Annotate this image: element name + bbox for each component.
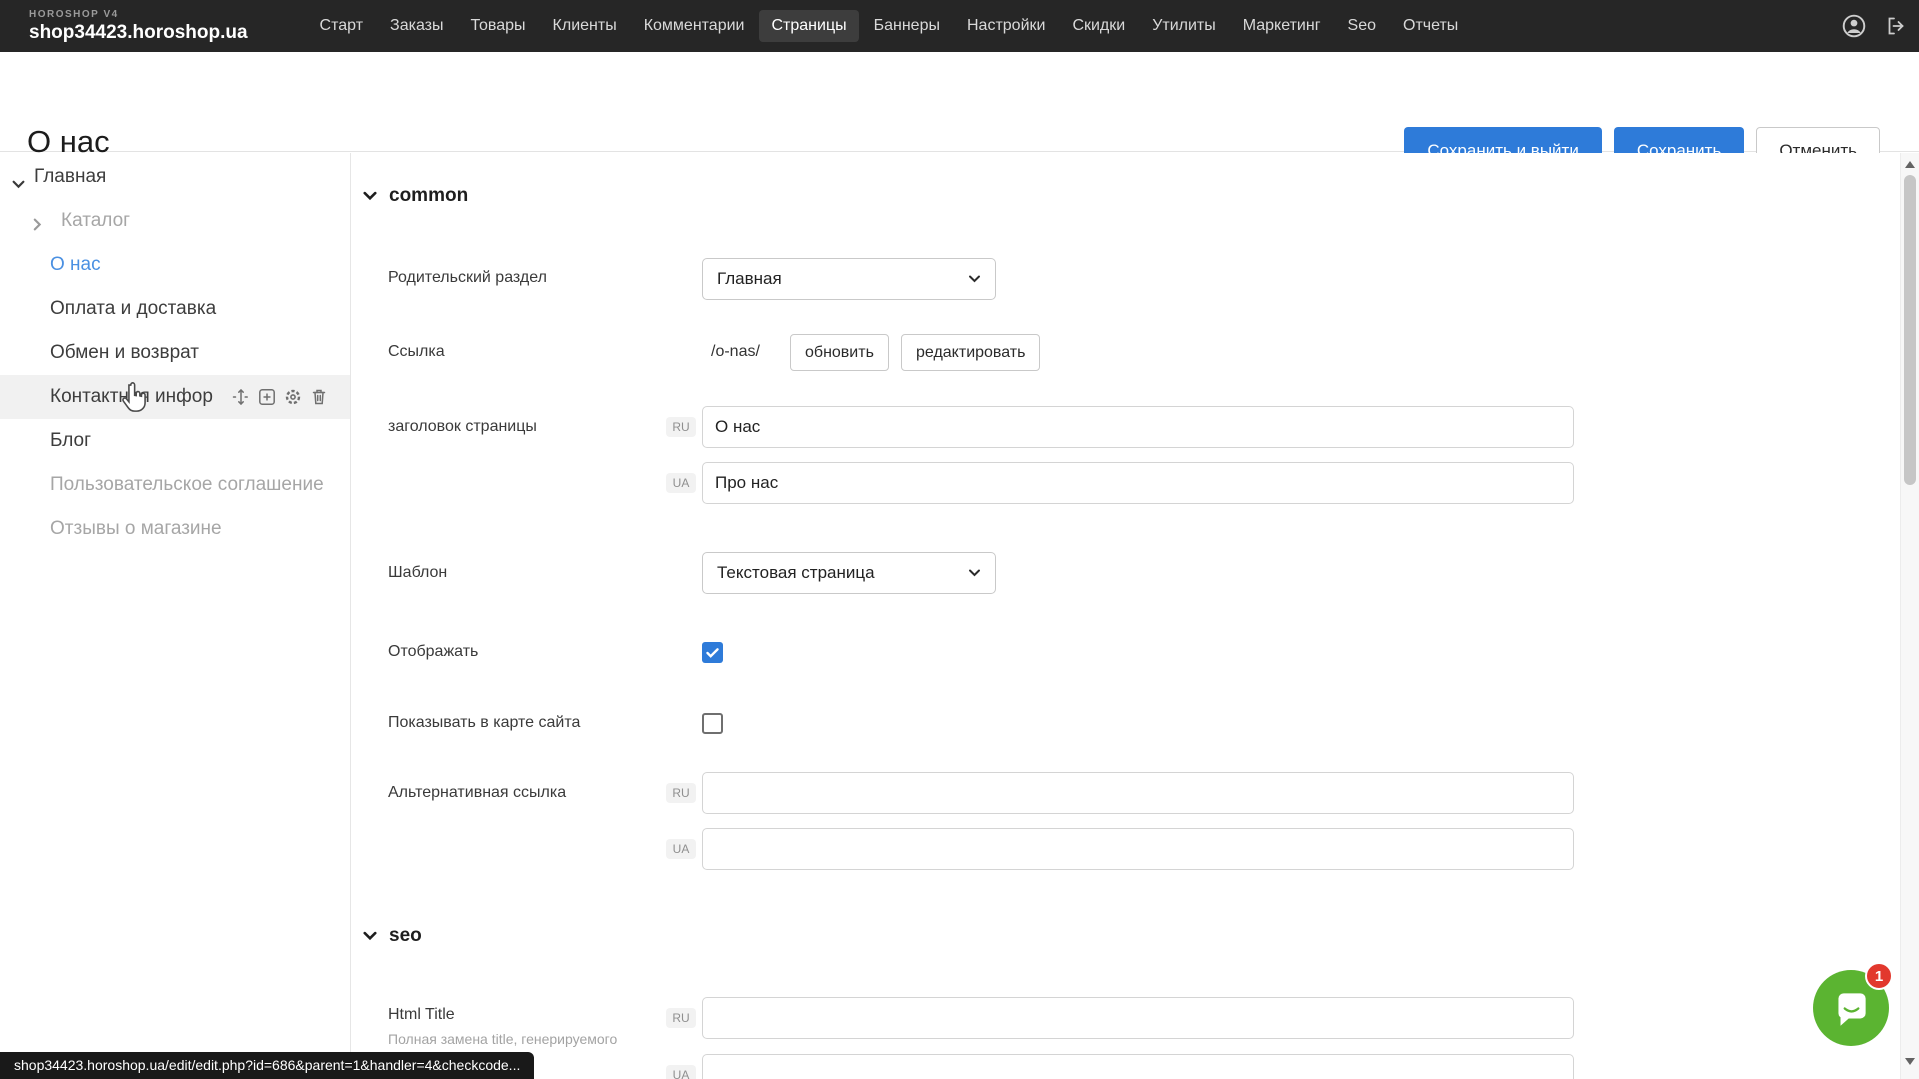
- link-edit-button[interactable]: редактировать: [901, 334, 1040, 371]
- brand-domain: shop34423.horoshop.ua: [29, 23, 248, 42]
- parent-section-select[interactable]: Главная: [702, 258, 996, 300]
- topbar-item-zakazy[interactable]: Заказы: [378, 10, 455, 42]
- page-title-field-label: заголовок страницы: [388, 418, 537, 436]
- topbar-item-skidki[interactable]: Скидки: [1060, 10, 1137, 42]
- sidebar-item-otzyvy-o-magazine[interactable]: Отзывы о магазине: [0, 507, 350, 551]
- display-label: Отображать: [388, 643, 478, 661]
- topbar-item-stranitsy[interactable]: Страницы: [759, 10, 858, 42]
- chevron-down-icon: [968, 569, 981, 577]
- alt-link-label: Альтернативная ссылка: [388, 784, 566, 802]
- brand-version: HOROSHOP V4: [29, 10, 248, 20]
- status-url-tooltip: shop34423.horoshop.ua/edit/edit.php?id=6…: [0, 1052, 534, 1079]
- display-checkbox[interactable]: [702, 642, 723, 663]
- topbar-item-tovary[interactable]: Товары: [459, 10, 538, 42]
- chat-unread-badge: 1: [1865, 962, 1893, 990]
- chevron-down-icon: [12, 173, 25, 195]
- template-select[interactable]: Текстовая страница: [702, 552, 996, 594]
- sidebar-item-label: Обмен и возврат: [50, 342, 199, 364]
- lang-badge-ru: RU: [666, 783, 696, 803]
- chevron-down-icon: [968, 275, 981, 283]
- brand-logo[interactable]: HOROSHOP V4 shop34423.horoshop.ua: [29, 10, 248, 42]
- sidebar-item-oplata-i-dostavka[interactable]: Оплата и доставка: [0, 287, 350, 331]
- page-header: О нас Сохранить и выйти Сохранить Отмени…: [0, 52, 1919, 152]
- sidebar-item-glavnaya[interactable]: Главная: [0, 155, 350, 199]
- settings-icon[interactable]: [283, 387, 303, 407]
- topbar-item-otchety[interactable]: Отчеты: [1391, 10, 1470, 42]
- chevron-down-icon: [363, 191, 377, 201]
- main-menu: Старт Заказы Товары Клиенты Комментарии …: [308, 10, 1471, 42]
- html-title-label: Html Title: [388, 1006, 455, 1024]
- parent-section-label: Родительский раздел: [388, 269, 547, 287]
- lang-badge-ru: RU: [666, 1008, 696, 1028]
- link-refresh-button[interactable]: обновить: [790, 334, 889, 371]
- logout-icon[interactable]: [1883, 13, 1909, 39]
- pages-tree-sidebar: Главная Каталог О нас Оплата и доставка …: [0, 153, 351, 1079]
- html-title-hint: Полная замена title, генерируемого: [388, 1031, 617, 1047]
- topbar-item-klienty[interactable]: Клиенты: [541, 10, 629, 42]
- sitemap-label: Показывать в карте сайта: [388, 714, 580, 732]
- add-icon[interactable]: [257, 387, 277, 407]
- chat-bubble-icon: [1828, 985, 1874, 1031]
- lang-badge-ru: RU: [666, 417, 696, 437]
- html-title-ua-input[interactable]: [702, 1054, 1574, 1079]
- vertical-scrollbar[interactable]: [1900, 153, 1919, 1079]
- sidebar-item-label: Блог: [50, 430, 91, 452]
- template-value: Текстовая страница: [717, 563, 875, 583]
- sidebar-item-katalog[interactable]: Каталог: [0, 199, 350, 243]
- section-title: common: [389, 185, 468, 207]
- scrollbar-thumb[interactable]: [1904, 175, 1916, 485]
- check-icon: [706, 648, 719, 658]
- alt-link-ru-input[interactable]: [702, 772, 1574, 814]
- sitemap-checkbox[interactable]: [702, 713, 723, 734]
- parent-section-value: Главная: [717, 269, 782, 289]
- section-seo-toggle[interactable]: seo: [388, 925, 422, 947]
- sidebar-item-label: Отзывы о магазине: [50, 518, 222, 540]
- template-label: Шаблон: [388, 564, 447, 582]
- topbar-item-utility[interactable]: Утилиты: [1140, 10, 1228, 42]
- delete-icon[interactable]: [309, 387, 329, 407]
- scroll-down-arrow-icon[interactable]: [1905, 1058, 1915, 1065]
- chevron-right-icon: [33, 215, 42, 237]
- sidebar-item-obmen-i-vozvrat[interactable]: Обмен и возврат: [0, 331, 350, 375]
- topbar-item-bannery[interactable]: Баннеры: [862, 10, 952, 42]
- alt-link-ua-input[interactable]: [702, 828, 1574, 870]
- topbar-item-seo[interactable]: Seo: [1336, 10, 1388, 42]
- sidebar-item-o-nas[interactable]: О нас: [0, 243, 350, 287]
- page-title-ua-input[interactable]: [702, 462, 1574, 504]
- page-edit-form: common Родительский раздел Главная Ссылк…: [352, 153, 1900, 1079]
- topbar-item-marketing[interactable]: Маркетинг: [1231, 10, 1333, 42]
- chat-widget-button[interactable]: 1: [1813, 970, 1889, 1046]
- link-value: /o-nas/: [711, 343, 760, 361]
- lang-badge-ua: UA: [666, 1065, 696, 1079]
- sidebar-item-label: О нас: [50, 254, 101, 276]
- scroll-up-arrow-icon[interactable]: [1905, 161, 1915, 168]
- sidebar-item-label: Каталог: [61, 210, 130, 232]
- topbar: HOROSHOP V4 shop34423.horoshop.ua Старт …: [0, 0, 1919, 52]
- topbar-item-kommentarii[interactable]: Комментарии: [632, 10, 757, 42]
- sidebar-item-polzovatelskoe-soglashenie[interactable]: Пользовательское соглашение: [0, 463, 350, 507]
- sidebar-item-label: Контактная инфор: [50, 386, 213, 408]
- lang-badge-ua: UA: [666, 839, 696, 859]
- sidebar-item-label: Оплата и доставка: [50, 298, 216, 320]
- page-title-ru-input[interactable]: [702, 406, 1574, 448]
- chevron-down-icon: [363, 931, 377, 941]
- topbar-item-start[interactable]: Старт: [308, 10, 375, 42]
- link-label: Ссылка: [388, 343, 445, 361]
- html-title-ru-input[interactable]: [702, 997, 1574, 1039]
- sidebar-item-blog[interactable]: Блог: [0, 419, 350, 463]
- user-icon[interactable]: [1841, 13, 1867, 39]
- section-common-toggle[interactable]: common: [388, 185, 468, 207]
- sidebar-item-label: Пользовательское соглашение: [50, 474, 324, 496]
- sidebar-item-label: Главная: [34, 166, 106, 188]
- sidebar-item-kontaktnaya-infor[interactable]: Контактная инфор: [0, 375, 350, 419]
- lang-badge-ua: UA: [666, 473, 696, 493]
- section-title: seo: [389, 925, 422, 947]
- topbar-item-nastroyki[interactable]: Настройки: [955, 10, 1057, 42]
- move-icon[interactable]: [231, 387, 251, 407]
